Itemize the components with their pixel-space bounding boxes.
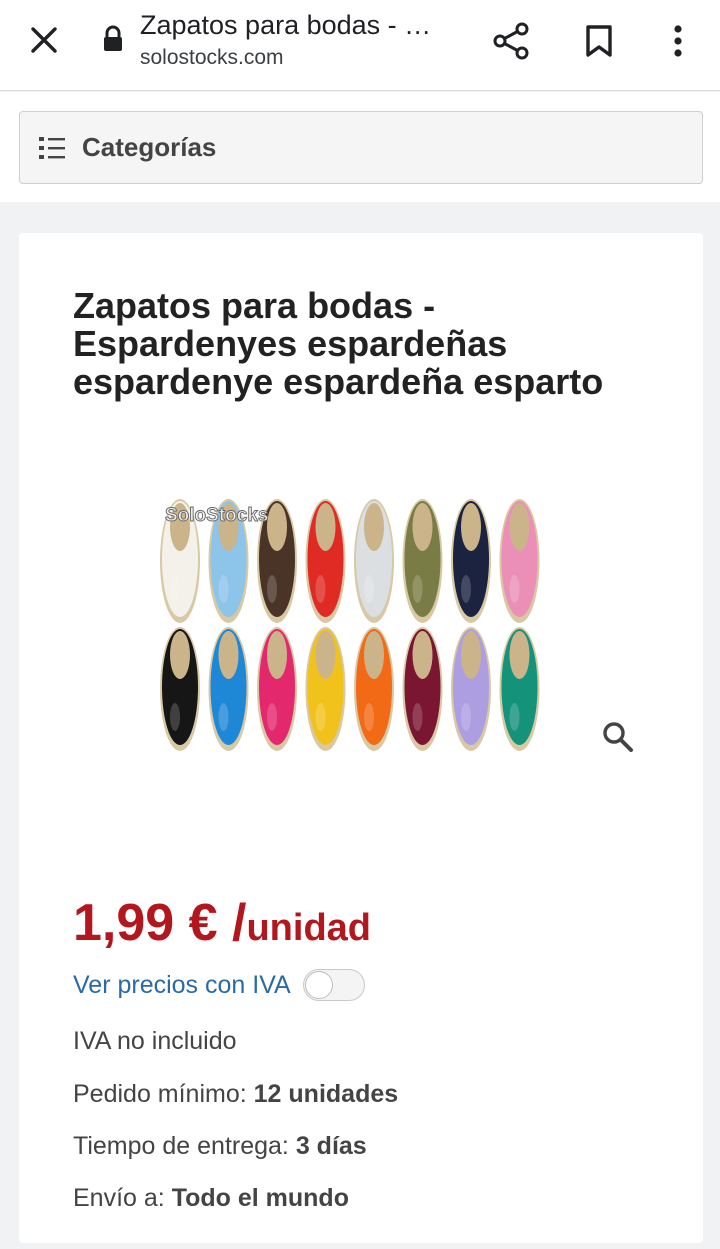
more-vert-icon[interactable] — [660, 18, 696, 64]
iva-toggle-switch[interactable] — [302, 969, 365, 1001]
shoe — [354, 627, 394, 751]
watermark-logo: SoloStocks — [165, 505, 268, 526]
delivery-time: Tiempo de entrega: 3 días — [73, 1132, 367, 1161]
shipping-label: Envío a: — [73, 1184, 165, 1212]
lock-icon — [100, 25, 126, 53]
shoe — [257, 627, 297, 751]
price-amount: 1,99 € / — [73, 894, 247, 952]
shoe — [402, 499, 443, 623]
product-card: Zapatos para bodas - Espardenyes esparde… — [19, 233, 703, 1243]
share-icon[interactable] — [488, 18, 534, 64]
shoe — [354, 499, 394, 623]
min-order: Pedido mínimo: 12 unidades — [73, 1080, 398, 1109]
shipping-destination: Envío a: Todo el mundo — [73, 1184, 349, 1213]
min-order-value: 12 unidades — [253, 1080, 399, 1108]
page-url: solostocks.com — [140, 46, 284, 69]
shoe — [499, 499, 540, 623]
zoom-icon[interactable] — [601, 720, 635, 754]
bookmark-icon[interactable] — [578, 18, 620, 64]
browser-toolbar: Zapatos para bodas - … solostocks.com — [0, 0, 720, 91]
list-icon — [39, 136, 65, 159]
shoe — [305, 627, 346, 751]
categories-label: Categorías — [82, 132, 217, 162]
shoe — [160, 627, 200, 751]
close-icon[interactable] — [22, 20, 66, 60]
iva-toggle-row: Ver precios con IVA — [73, 969, 365, 1001]
page-title: Zapatos para bodas - … — [140, 10, 432, 40]
min-order-label: Pedido mínimo: — [73, 1080, 247, 1108]
delivery-label: Tiempo de entrega: — [73, 1132, 289, 1160]
product-price: 1,99 € /unidad — [73, 893, 371, 953]
shoe — [305, 499, 346, 623]
shipping-value: Todo el mundo — [171, 1184, 349, 1212]
shoe — [451, 499, 491, 623]
shoe — [499, 627, 540, 751]
shoe — [451, 627, 491, 751]
shoe — [208, 627, 249, 751]
price-unit: unidad — [246, 907, 372, 949]
product-title: Zapatos para bodas - Espardenyes esparde… — [73, 285, 604, 402]
categories-section: Categorías — [0, 92, 720, 202]
iva-toggle-label[interactable]: Ver precios con IVA — [73, 971, 291, 1000]
categories-button[interactable]: Categorías — [19, 111, 703, 184]
shoe — [402, 627, 443, 751]
iva-note: IVA no incluido — [73, 1027, 237, 1055]
product-image[interactable]: SoloStocks — [155, 495, 567, 755]
delivery-value: 3 días — [295, 1132, 367, 1160]
toggle-knob — [304, 971, 333, 999]
